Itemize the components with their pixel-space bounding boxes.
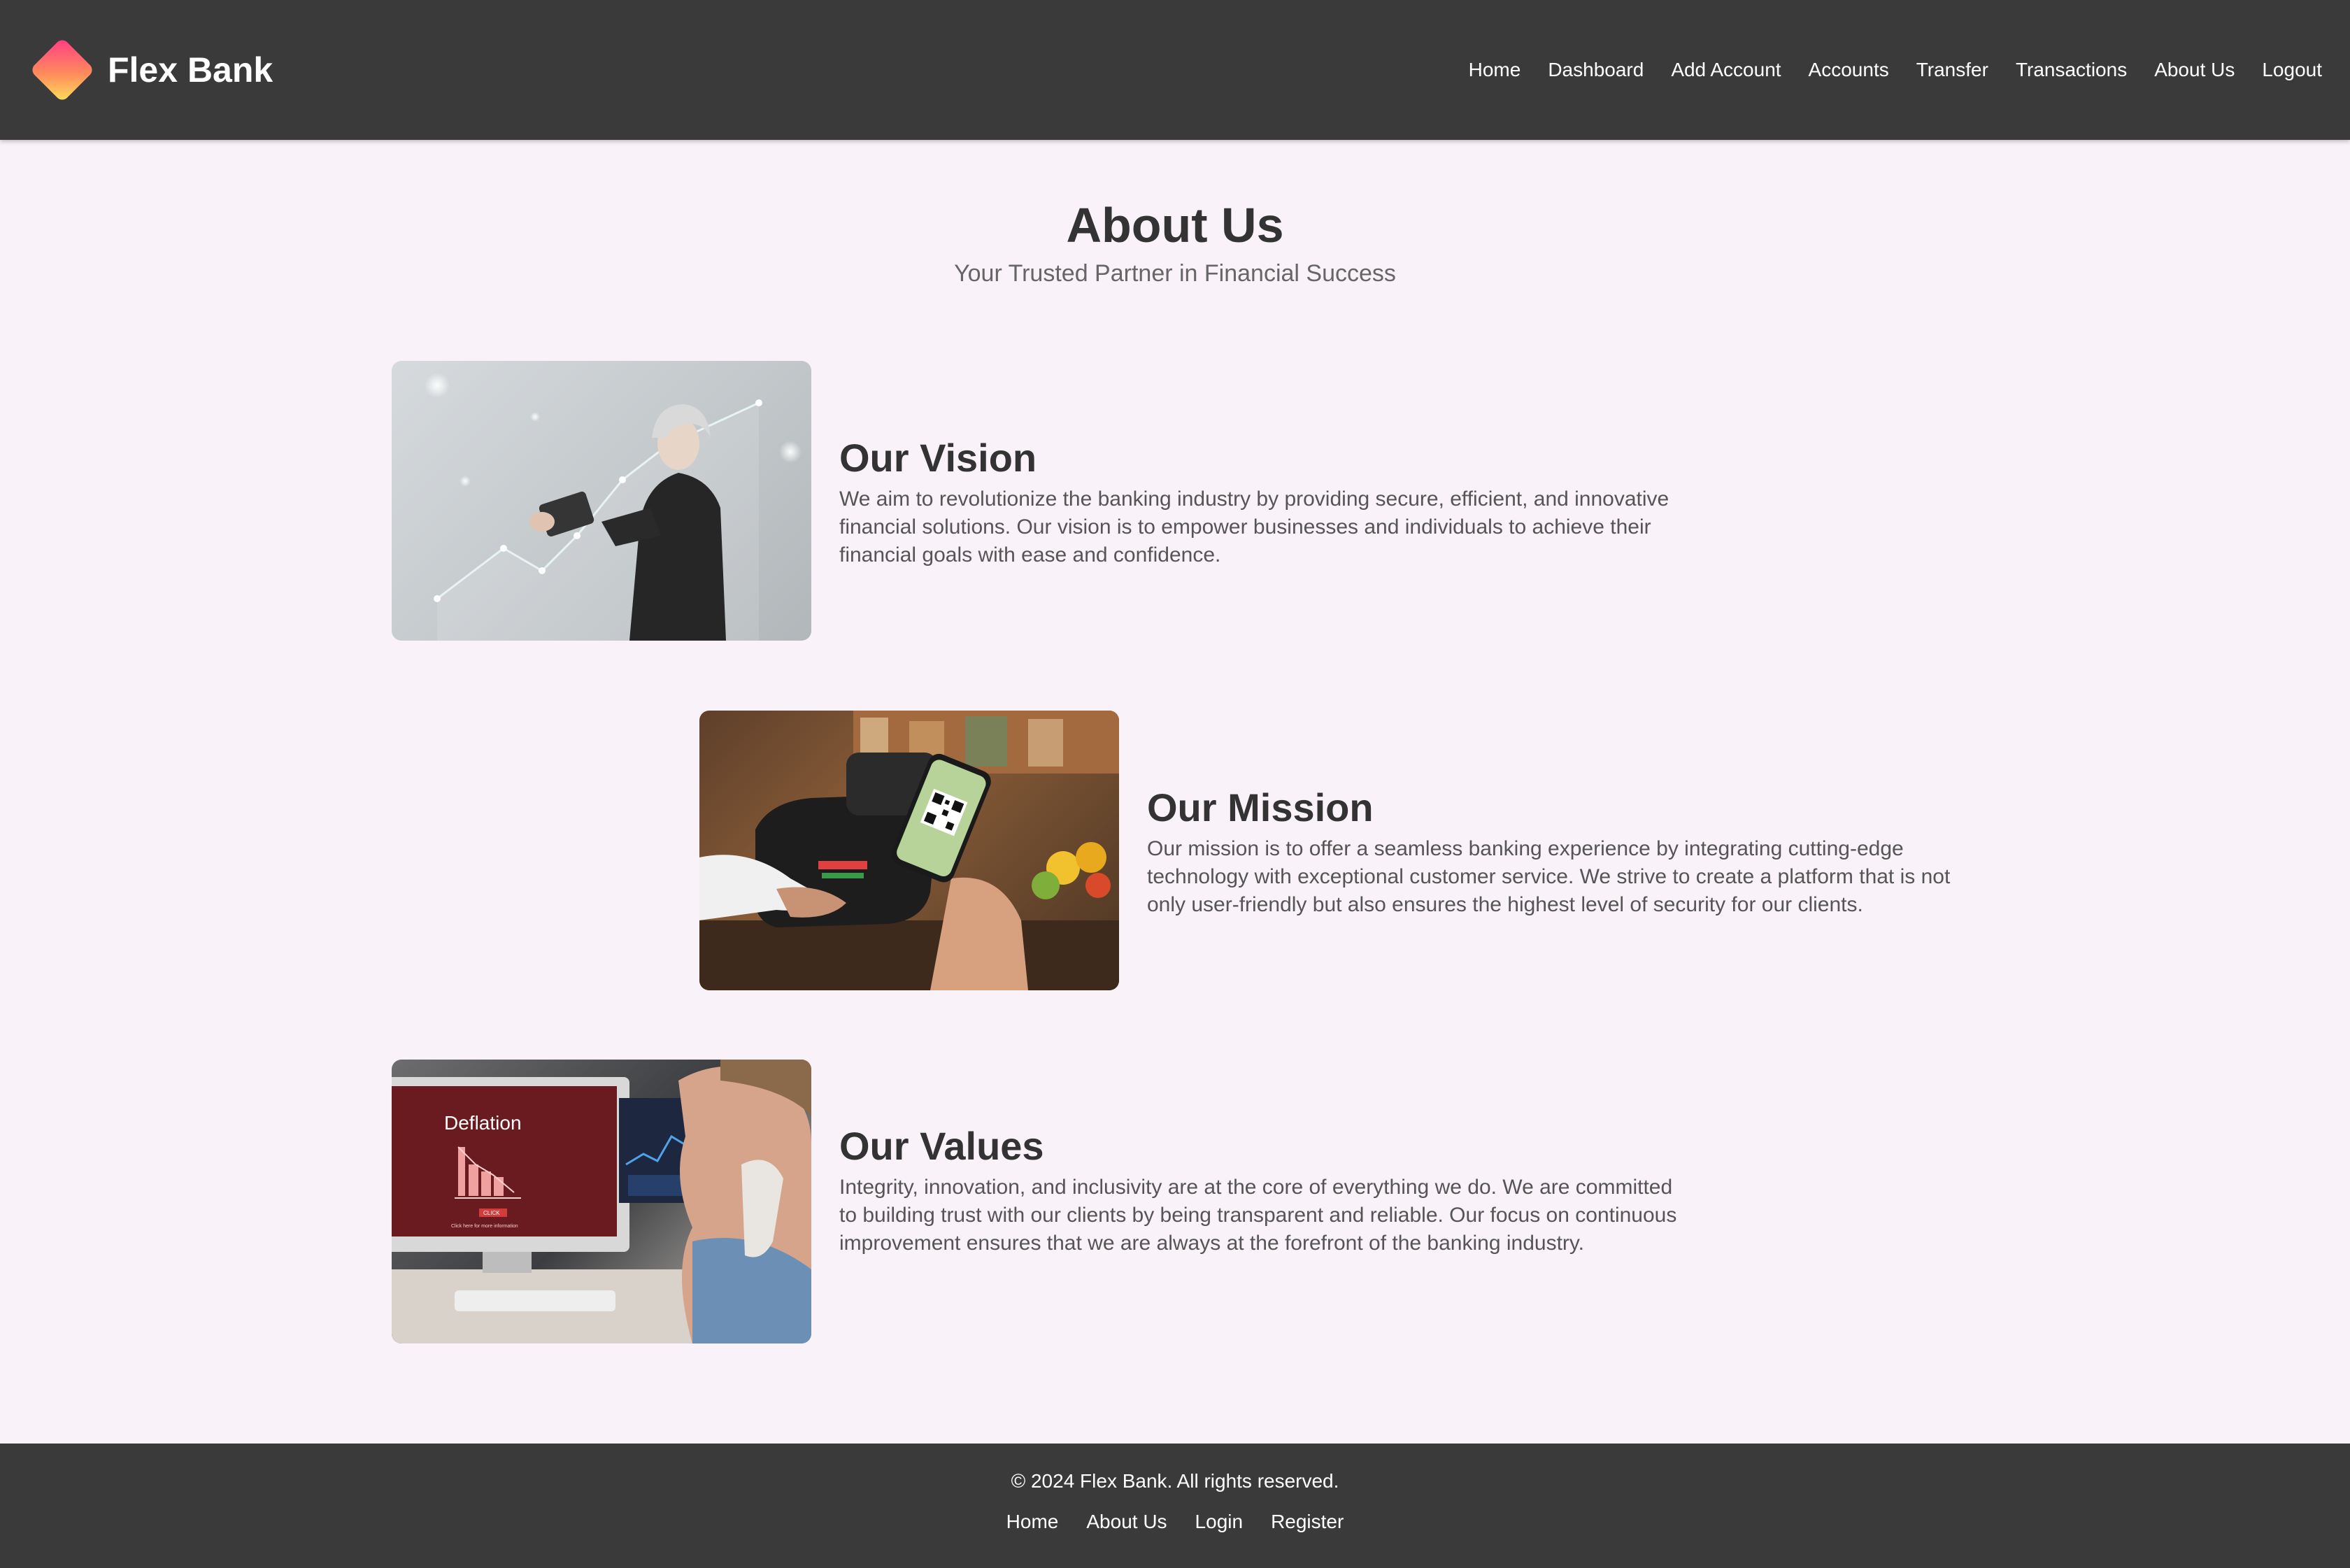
mission-image [699,711,1119,990]
vision-illustration [425,373,802,641]
brand[interactable]: Flex Bank [29,36,273,104]
nav-accounts[interactable]: Accounts [1809,59,1889,81]
mission-illustration [699,711,1119,990]
diamond-logo-icon [29,37,95,103]
vision-image [392,361,811,641]
mission-heading: Our Mission [1147,785,1374,829]
vision-text: Our Vision We aim to revolutionize the b… [839,436,1686,569]
mission-body: Our mission is to offer a seamless banki… [1147,836,1951,916]
nav-transfer[interactable]: Transfer [1916,59,1988,81]
nav-about-us[interactable]: About Us [2154,59,2235,81]
vision-section: Our Vision We aim to revolutionize the b… [392,361,1686,641]
values-heading: Our Values [839,1124,1044,1168]
footer-link-home[interactable]: Home [1006,1511,1059,1533]
values-text: Our Values Integrity, innovation, and in… [839,1125,1686,1257]
values-image: Deflation CLICK Click here for more info… [392,1060,811,1344]
footer-copyright: © 2024 Flex Bank. All rights reserved. [1011,1470,1339,1492]
nav-logout[interactable]: Logout [2262,59,2322,81]
main-nav: Home Dashboard Add Account Accounts Tran… [1469,0,2322,140]
footer-link-register[interactable]: Register [1271,1511,1344,1533]
values-image-click-label: CLICK [483,1210,500,1216]
mission-text: Our Mission Our mission is to offer a se… [1147,786,1993,919]
values-image-caption: Click here for more information [451,1224,518,1229]
values-image-screen-title: Deflation [444,1112,522,1134]
brand-name: Flex Bank [108,50,273,90]
values-illustration: Deflation CLICK Click here for more info… [392,1060,811,1344]
page-title: About Us [1066,198,1284,252]
mission-section: Our Mission Our mission is to offer a se… [699,711,1993,990]
footer-link-about-us[interactable]: About Us [1086,1511,1167,1533]
footer: © 2024 Flex Bank. All rights reserved. H… [0,1444,2350,1568]
footer-link-login[interactable]: Login [1195,1511,1244,1533]
nav-home[interactable]: Home [1469,59,1521,81]
top-navbar: Flex Bank Home Dashboard Add Account Acc… [0,0,2350,140]
vision-heading: Our Vision [839,436,1037,480]
nav-transactions[interactable]: Transactions [2016,59,2127,81]
vision-body: We aim to revolutionize the banking indu… [839,487,1669,566]
footer-links: Home About Us Login Register [0,1511,2350,1533]
values-section: Deflation CLICK Click here for more info… [392,1060,1686,1344]
nav-dashboard[interactable]: Dashboard [1548,59,1644,81]
nav-add-account[interactable]: Add Account [1671,59,1781,81]
values-body: Integrity, innovation, and inclusivity a… [839,1175,1677,1255]
page-subtitle: Your Trusted Partner in Financial Succes… [954,260,1396,287]
